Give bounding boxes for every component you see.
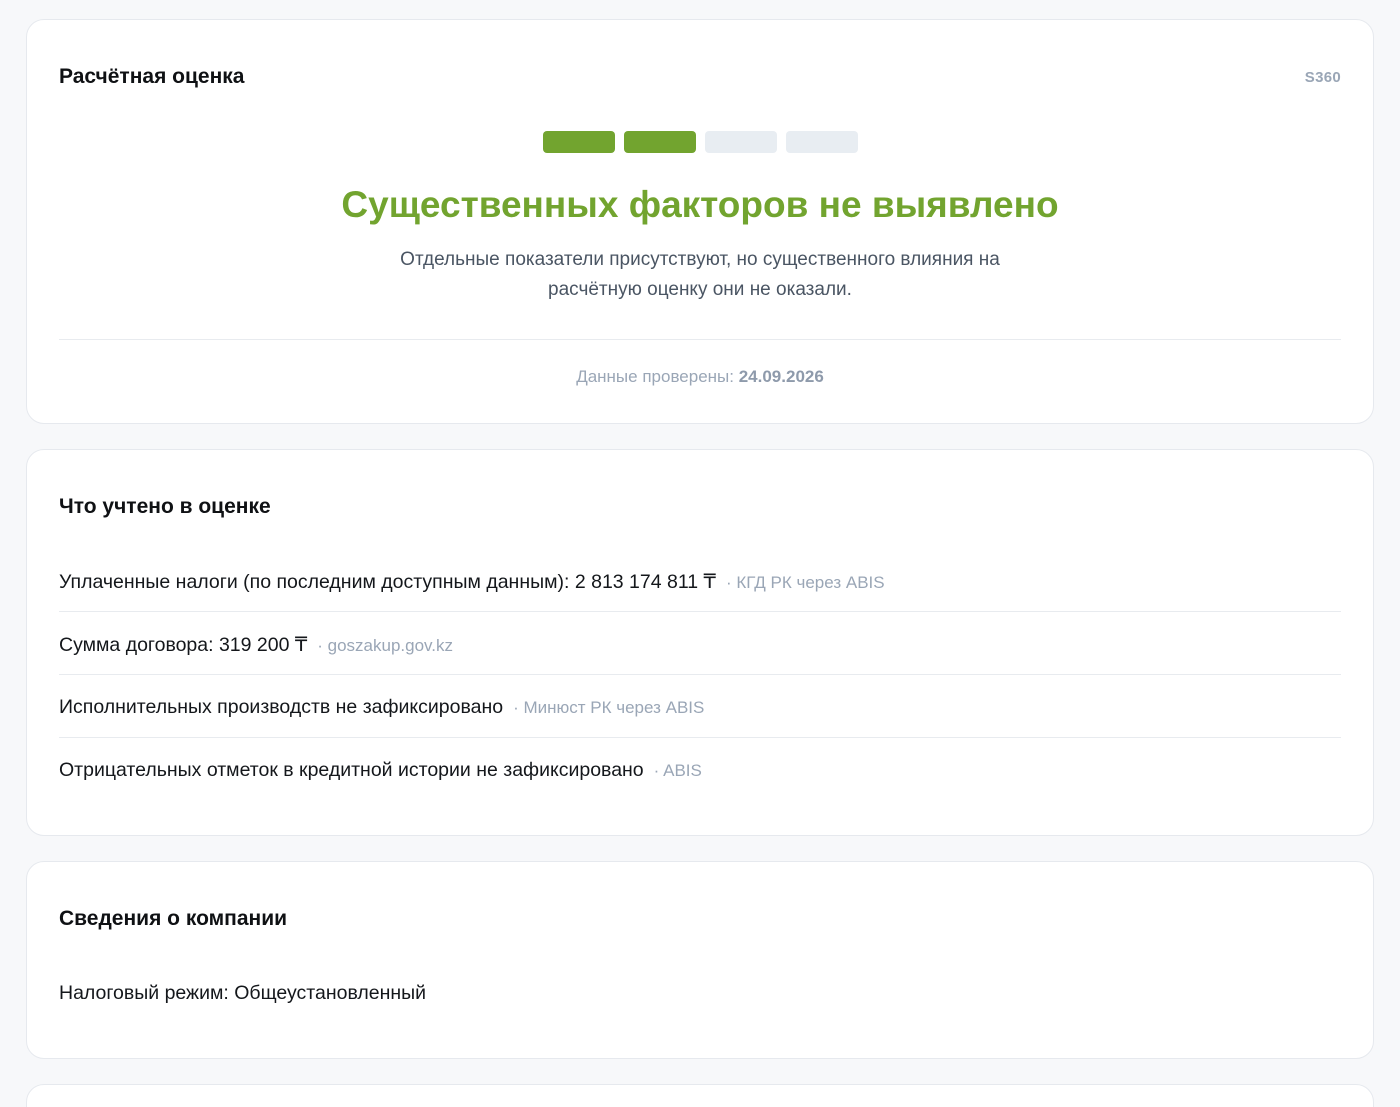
next-card	[26, 1084, 1374, 1107]
data-checked-line: Данные проверены: 24.09.2026	[59, 367, 1341, 387]
factor-text: Уплаченные налоги (по последним доступны…	[59, 571, 716, 593]
score-meter-segment-2	[623, 131, 696, 153]
factor-item: Сумма договора: 319 200 ₸ · goszakup.gov…	[59, 612, 1341, 675]
score-meter-segment-1	[542, 131, 615, 153]
company-card: Сведения о компании Налоговый режим: Общ…	[26, 861, 1374, 1059]
factor-source: · ABIS	[653, 761, 702, 780]
factor-text: Отрицательных отметок в кредитной истори…	[59, 759, 644, 781]
score-meter-segment-3	[704, 131, 777, 153]
page: Расчётная оценка S360 Существенных факто…	[0, 0, 1400, 1107]
factor-text: Исполнительных производств не зафиксиров…	[59, 696, 504, 718]
divider	[59, 339, 1341, 340]
company-card-title: Сведения о компании	[59, 907, 288, 930]
score-card-header: Расчётная оценка S360	[59, 20, 1341, 89]
score-verdict: Существенных факторов не выявлено	[341, 184, 1059, 225]
data-checked-label: Данные проверены:	[576, 367, 734, 386]
factors-card-title: Что учтено в оценке	[59, 495, 271, 518]
factor-source: · Минюст РК через ABIS	[513, 698, 705, 717]
score-description: Отдельные показатели присутствуют, но су…	[400, 249, 1000, 300]
factor-source: · goszakup.gov.kz	[317, 636, 454, 655]
tax-regime-row: Налоговый режим: Общеустановленный	[59, 982, 427, 1004]
factor-text: Сумма договора: 319 200 ₸	[59, 634, 308, 656]
score-meter-segment-4	[785, 131, 858, 153]
factor-item: Отрицательных отметок в кредитной истори…	[59, 738, 1341, 801]
score-card-title: Расчётная оценка	[59, 65, 245, 88]
score-meter	[59, 131, 1341, 153]
score-card: Расчётная оценка S360 Существенных факто…	[26, 19, 1374, 424]
data-checked-date: 24.09.2026	[738, 367, 824, 386]
factor-list: Уплаченные налоги (по последним доступны…	[59, 549, 1341, 801]
factor-source: · КГД РК через ABIS	[725, 573, 885, 592]
score-source-badge: S360	[1304, 68, 1341, 86]
factor-item: Исполнительных производств не зафиксиров…	[59, 675, 1341, 738]
factors-card: Что учтено в оценке Уплаченные налоги (п…	[26, 449, 1374, 836]
factor-item: Уплаченные налоги (по последним доступны…	[59, 549, 1341, 612]
